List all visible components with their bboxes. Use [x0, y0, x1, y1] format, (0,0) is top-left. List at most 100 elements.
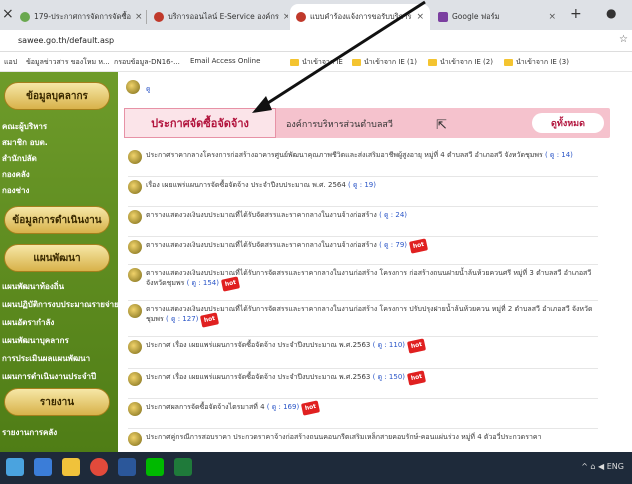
hot-badge: hot — [220, 276, 241, 292]
bookmark-item[interactable]: กรอบข้อมูล-DN16-... — [114, 57, 180, 68]
list-item[interactable]: เรื่อง เผยแพร่แผนการจัดซื้อจัดจ้าง ประจำ… — [128, 180, 598, 194]
list-item[interactable]: ประกาศผลการจัดซื้อจัดจ้างไตรมาสที่ 4 ( ด… — [128, 400, 598, 416]
item-title[interactable]: ตารางแสดงวงเงินงบประมาณที่ได้รับจัดสรรแล… — [146, 238, 429, 254]
windows-start-icon[interactable] — [6, 458, 24, 476]
close-icon[interactable]: × — [2, 6, 14, 22]
sidebar-link[interactable]: คณะผู้บริหาร — [2, 120, 47, 133]
word-icon[interactable] — [118, 458, 136, 476]
tab-label: บริการออนไลน์ E-Service องค์กร — [168, 12, 279, 21]
site-favicon-icon — [20, 12, 30, 22]
bookmarks-bar: แอป ข้อมูลข่าวสาร ของโหม ห... กรอบข้อมูล… — [0, 52, 632, 72]
excel-icon[interactable] — [174, 458, 192, 476]
list-item[interactable]: ประกาศราคากลางโครงการก่อสร้างอาคารศูนย์พ… — [128, 150, 598, 164]
bookmark-item[interactable]: ข้อมูลข่าวสาร ของโหม ห... — [26, 57, 110, 68]
bullet-icon — [128, 402, 142, 416]
bookmark-folder[interactable]: นำเข้าจาก IE (1) — [352, 57, 417, 68]
sidebar-link[interactable]: แผนอัตรากำลัง — [2, 316, 54, 329]
sidebar-heading: ข้อมูลการดำเนินงาน — [4, 206, 110, 234]
close-tab-icon[interactable]: × — [544, 12, 556, 22]
item-title[interactable]: ตารางแสดงวงเงินงบประมาณที่ได้รับจัดสรรแล… — [146, 210, 407, 220]
view-count: ( ดู : 110) — [372, 341, 406, 349]
divider — [128, 398, 598, 399]
bookmark-folder[interactable]: นำเข้าจาก IE (3) — [504, 57, 569, 68]
sidebar-link[interactable]: สำนักปลัด — [2, 152, 37, 165]
item-title[interactable]: เรื่อง เผยแพร่แผนการจัดซื้อจัดจ้าง ประจำ… — [146, 180, 376, 190]
item-title[interactable]: ประกาศ เรื่อง เผยแพร่แผนการจัดซื้อจัดจ้า… — [146, 370, 427, 386]
bookmark-star-icon[interactable]: ☆ — [619, 34, 628, 45]
hot-badge: hot — [200, 312, 220, 328]
view-link[interactable]: ดู — [146, 84, 151, 95]
bullet-icon — [128, 150, 142, 164]
list-item[interactable]: ประกาศ เรื่อง เผยแพร่แผนการจัดซื้อจัดจ้า… — [128, 338, 598, 354]
sidebar-link[interactable]: สมาชิก อบต. — [2, 136, 48, 149]
browser-tab-2[interactable]: บริการออนไลน์ E-Service องค์กร × — [148, 4, 288, 30]
divider — [128, 336, 598, 337]
sidebar-link[interactable]: แผนปฏิบัติการงบประมาณรายจ่าย — [2, 298, 119, 311]
address-bar[interactable]: sawee.go.th/default.asp ☆ — [0, 30, 632, 52]
tab-organization[interactable]: องค์การบริหารส่วนตำบลสวี — [286, 117, 393, 131]
divider — [128, 428, 598, 429]
tab-label: แบบคำร้องแจ้งการขอรับบริการ — [310, 12, 412, 21]
bookmark-folder[interactable]: นำเข้าจาก IE (2) — [428, 57, 493, 68]
tab-label: 179-ประกาศการจัดการจัดซื้อ — [34, 12, 132, 21]
list-item[interactable]: ประกาศ เรื่อง เผยแพร่แผนการจัดซื้อจัดจ้า… — [128, 370, 598, 386]
view-all-button[interactable]: ดูทั้งหมด — [532, 113, 604, 133]
browser-tab-4[interactable]: Google ฟอร์ม × — [432, 4, 562, 30]
close-tab-icon[interactable]: × — [131, 12, 143, 22]
screen: × 179-ประกาศการจัดการจัดซื้อ × บริการออน… — [0, 0, 632, 484]
line-icon[interactable] — [146, 458, 164, 476]
tab-label: Google ฟอร์ม — [452, 12, 500, 21]
view-count: ( ดู : 169) — [266, 403, 300, 411]
site-favicon-icon — [154, 12, 164, 22]
new-tab-button[interactable]: + — [570, 6, 582, 22]
profile-icon[interactable]: ● — [606, 6, 616, 20]
item-title[interactable]: ประกาศ เรื่อง เผยแพร่แผนการจัดซื้อจัดจ้า… — [146, 338, 427, 354]
sidebar-link[interactable]: แผนการดำเนินงานประจำปี — [2, 370, 96, 383]
bullet-icon — [128, 210, 142, 224]
sidebar-link[interactable]: แผนพัฒนาท้องถิ่น — [2, 280, 64, 293]
divider — [128, 300, 598, 301]
bullet-icon — [128, 432, 142, 446]
sidebar-link[interactable]: รายงานการคลัง — [2, 426, 57, 439]
bullet-icon — [126, 80, 140, 94]
sidebar-heading: ข้อมูลบุคลากร — [4, 82, 110, 110]
list-item[interactable]: ตารางแสดงวงเงินงบประมาณที่ได้รับจัดสรรแล… — [128, 210, 598, 224]
sidebar-heading: แผนพัฒนา — [4, 244, 110, 272]
bookmark-folder[interactable]: นำเข้าจาก IE — [290, 57, 343, 68]
bullet-icon — [128, 340, 142, 354]
close-tab-icon[interactable]: × — [279, 12, 288, 22]
sidebar-link[interactable]: แผนพัฒนาบุคลากร — [2, 334, 69, 347]
url-text[interactable]: sawee.go.th/default.asp — [18, 36, 114, 45]
list-item[interactable]: ตารางแสดงวงเงินงบประมาณที่ได้รับการจัดสร… — [128, 304, 598, 328]
list-item[interactable]: ประกาศคู่กรณีการสอบราคา ประกวดราคาจ้างก่… — [128, 432, 598, 446]
bullet-icon — [128, 304, 142, 318]
view-count: ( ดู : 79) — [379, 241, 408, 249]
sidebar-heading: รายงาน — [4, 388, 110, 416]
item-title[interactable]: ประกาศราคากลางโครงการก่อสร้างอาคารศูนย์พ… — [146, 150, 573, 160]
folder-icon — [428, 59, 437, 66]
hot-badge: hot — [406, 370, 427, 386]
view-count: ( ดู : 24) — [379, 211, 408, 219]
browser-tab-3[interactable]: แบบคำร้องแจ้งการขอรับบริการ × — [290, 4, 430, 30]
list-item[interactable]: ตารางแสดงวงเงินงบประมาณที่ได้รับการจัดสร… — [128, 268, 598, 292]
sidebar-link[interactable]: การประเมินผลแผนพัฒนา — [2, 352, 90, 365]
bullet-icon — [128, 268, 142, 282]
search-icon[interactable] — [34, 458, 52, 476]
item-title[interactable]: ประกาศคู่กรณีการสอบราคา ประกวดราคาจ้างก่… — [146, 432, 542, 442]
browser-tab-1[interactable]: 179-ประกาศการจัดการจัดซื้อ × — [14, 4, 144, 30]
item-title[interactable]: ตารางแสดงวงเงินงบประมาณที่ได้รับการจัดสร… — [146, 268, 598, 292]
item-title[interactable]: ประกาศผลการจัดซื้อจัดจ้างไตรมาสที่ 4 ( ด… — [146, 400, 321, 416]
sidebar-link[interactable]: กองคลัง — [2, 168, 30, 181]
item-title[interactable]: ตารางแสดงวงเงินงบประมาณที่ได้รับการจัดสร… — [146, 304, 598, 328]
close-tab-icon[interactable]: × — [412, 12, 424, 22]
chrome-icon[interactable] — [90, 458, 108, 476]
main-content: ดู ประกาศจัดซื้อจัดจ้าง องค์การบริหารส่ว… — [118, 72, 632, 452]
divider — [128, 368, 598, 369]
file-explorer-icon[interactable] — [62, 458, 80, 476]
bookmark-apps[interactable]: แอป — [4, 57, 17, 68]
folder-icon — [504, 59, 513, 66]
tab-procurement[interactable]: ประกาศจัดซื้อจัดจ้าง — [124, 108, 276, 138]
bookmark-item[interactable]: Email Access Online — [190, 57, 260, 65]
list-item[interactable]: ตารางแสดงวงเงินงบประมาณที่ได้รับจัดสรรแล… — [128, 238, 598, 254]
sidebar-link[interactable]: กองช่าง — [2, 184, 29, 197]
